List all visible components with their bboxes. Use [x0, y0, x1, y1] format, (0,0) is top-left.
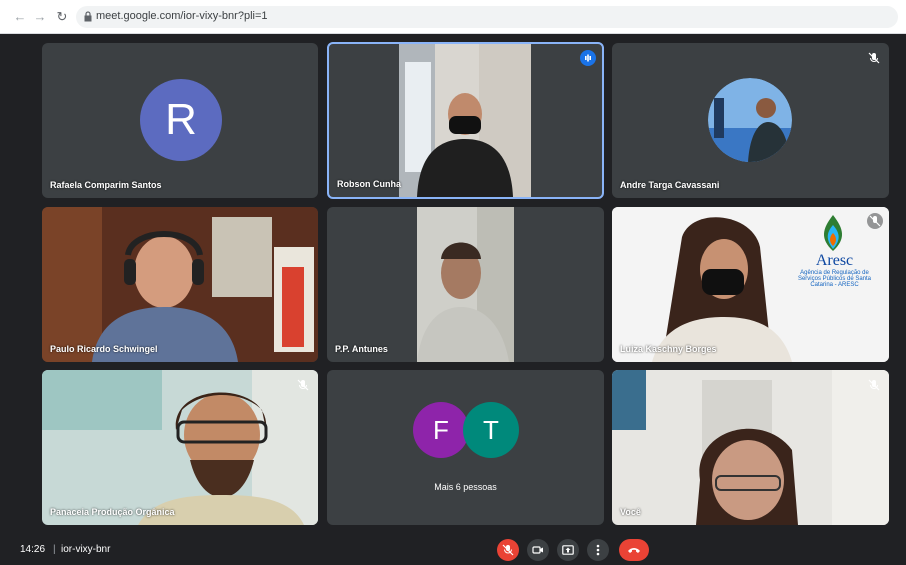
participant-name: Rafaela Comparim Santos [50, 180, 162, 190]
more-options-button[interactable] [587, 539, 609, 561]
participant-tile[interactable]: P.P. Antunes [327, 207, 604, 362]
participant-name: Andre Targa Cavassani [620, 180, 720, 190]
self-view-tile[interactable]: Você [612, 370, 889, 525]
more-vert-icon [596, 544, 600, 556]
participant-tile[interactable]: R Rafaela Comparim Santos [42, 43, 318, 198]
participant-name: Panaceia Produção Orgânica [50, 507, 175, 517]
participant-tile[interactable]: Panaceia Produção Orgânica [42, 370, 318, 525]
avatar [708, 78, 792, 162]
avatar: T [463, 402, 519, 458]
url-text: meet.google.com/ior-vixy-bnr?pli=1 [96, 10, 268, 22]
address-bar[interactable]: meet.google.com/ior-vixy-bnr?pli=1 [76, 6, 898, 28]
present-screen-button[interactable] [557, 539, 579, 561]
video-feed [42, 207, 318, 362]
mic-off-icon [297, 379, 309, 391]
participant-name: Paulo Ricardo Schwingel [50, 344, 158, 354]
arrow-right-icon[interactable]: → [32, 9, 48, 25]
camera-toggle-button[interactable] [527, 539, 549, 561]
speaking-icon [580, 50, 596, 66]
browser-toolbar: ← → ↻ meet.google.com/ior-vixy-bnr?pli=1 [0, 0, 906, 34]
video-feed [42, 370, 318, 525]
reload-icon[interactable]: ↻ [54, 9, 70, 25]
video-feed [612, 370, 889, 525]
participant-name: Robson Cunha [337, 179, 401, 189]
call-end-icon [628, 548, 640, 553]
meeting-code: ior-vixy-bnr [61, 544, 111, 555]
avatar: F [413, 402, 469, 458]
aresc-logo-text: Aresc Agência de Regulação de Serviços P… [797, 252, 872, 288]
present-icon [562, 545, 574, 555]
avatar: R [140, 79, 222, 161]
participant-tile[interactable]: Andre Targa Cavassani [612, 43, 889, 198]
aresc-logo [823, 215, 843, 251]
video-feed [417, 207, 514, 362]
video-feed [399, 44, 531, 197]
participant-tile[interactable]: Aresc Agência de Regulação de Serviços P… [612, 207, 889, 362]
camera-icon [532, 546, 543, 554]
participant-name: P.P. Antunes [335, 344, 388, 354]
mic-off-icon [502, 544, 514, 556]
more-participants-tile[interactable]: F T Mais 6 pessoas [327, 370, 604, 525]
microphone-toggle-button[interactable] [497, 539, 519, 561]
participant-name: Você [620, 507, 641, 517]
participant-tile[interactable]: Paulo Ricardo Schwingel [42, 207, 318, 362]
meeting-controls-bar: 14:26 | ior-vixy-bnr [0, 535, 906, 565]
lock-icon [84, 11, 92, 22]
mic-off-icon [867, 213, 883, 229]
more-participants-label: Mais 6 pessoas [434, 482, 497, 492]
participant-tile-active[interactable]: Robson Cunha [327, 42, 604, 199]
leave-call-button[interactable] [619, 539, 649, 561]
mic-off-icon [868, 379, 880, 391]
arrow-left-icon[interactable]: ← [12, 9, 28, 25]
meeting-clock: 14:26 [20, 544, 46, 555]
mic-off-icon [868, 52, 880, 64]
separator: | [53, 544, 56, 555]
participant-name: Luiza Kaschny Borges [620, 344, 717, 354]
